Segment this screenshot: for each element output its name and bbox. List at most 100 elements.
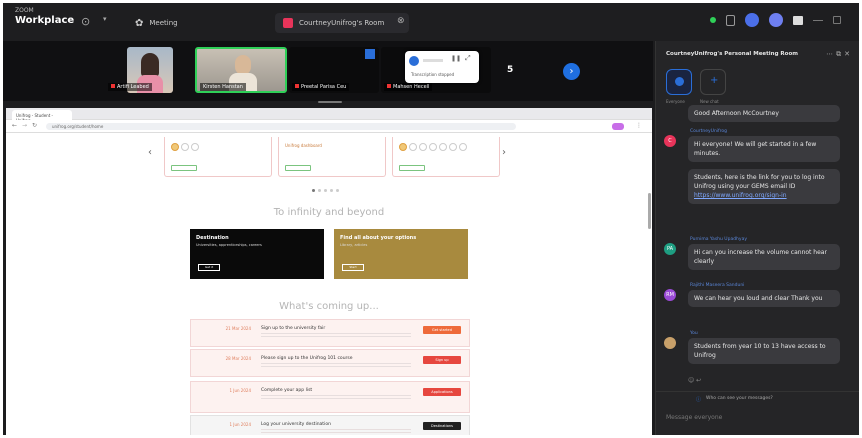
promo-text: Library, articles: [340, 243, 368, 247]
url-field[interactable]: unifrog.org/student/home: [46, 123, 516, 130]
task-date: 21 Mar 2024: [225, 326, 251, 331]
avatar: RM: [664, 289, 676, 301]
avatar[interactable]: [769, 13, 783, 27]
card-button[interactable]: [171, 165, 197, 171]
chat-header-icons: ⋯⧉✕: [826, 50, 853, 59]
dashboard-card[interactable]: Unifrog dashboard: [278, 137, 386, 177]
back-icon[interactable]: ←: [12, 122, 17, 129]
home-icon[interactable]: ⊙: [81, 15, 90, 28]
more-icon[interactable]: ⋯: [826, 50, 836, 58]
message-link[interactable]: https://www.unifrog.org/sign-in: [694, 192, 787, 199]
promo-button[interactable]: Get it: [198, 264, 220, 271]
gallery-scroll-handle[interactable]: [318, 101, 342, 103]
app-logo: ZOOM Workplace: [15, 8, 74, 26]
tab-everyone-label: Everyone: [666, 99, 685, 104]
expand-icon[interactable]: ⤢: [465, 54, 471, 63]
avatar: PA: [664, 243, 676, 255]
popup-bar: [423, 59, 443, 62]
carousel-dots[interactable]: [312, 189, 339, 192]
close-icon[interactable]: ✕: [844, 50, 853, 58]
promo-card-destination[interactable]: Destination Universities, apprenticeship…: [190, 229, 324, 279]
share-indicator-icon: [365, 49, 375, 59]
message-visibility-link[interactable]: Who can see your messages?: [706, 396, 773, 401]
menu-icon[interactable]: ⋮: [636, 122, 642, 129]
video-gallery-strip: Artifi Leabed Kirsten Hanstan Preetal Pa…: [3, 41, 653, 101]
chat-panel: CourtneyUnifrog's Personal Meeting Room …: [655, 41, 859, 435]
task-button[interactable]: Applications: [423, 388, 461, 396]
mic-muted-icon: [295, 84, 299, 88]
task-button[interactable]: Get started: [423, 326, 461, 334]
page-scrollbar[interactable]: [648, 193, 651, 229]
window-icon[interactable]: [793, 15, 803, 25]
message-bubble: Students, here is the link for you to lo…: [688, 169, 840, 204]
card-button[interactable]: [285, 165, 311, 171]
mic-muted-icon: [111, 84, 115, 88]
task-row[interactable]: 1 Jun 2024 Complete your app list Applic…: [190, 381, 470, 413]
gallery-next-button[interactable]: ›: [563, 63, 580, 80]
forward-icon[interactable]: →: [22, 122, 27, 129]
zoom-window: ZOOM Workplace ⊙ ▾ ✿ Meeting CourtneyUni…: [3, 3, 859, 435]
message-text: Students from year 10 to 13 have access …: [688, 338, 840, 364]
promo-title: Find all about your options: [340, 235, 417, 241]
participant-label-2: Kirsten Hanstan: [197, 81, 267, 93]
carousel-prev-icon[interactable]: ‹: [148, 147, 152, 158]
active-meeting-tab[interactable]: CourtneyUnifrog's Room: [275, 13, 409, 33]
carousel-next-icon[interactable]: ›: [502, 147, 506, 158]
transcription-status: Transcription stopped: [411, 72, 455, 77]
message-author: Rajithi Maseera Sanduni: [690, 283, 745, 288]
minimize-icon[interactable]: [813, 19, 823, 21]
promo-text: Universities, apprenticeships, careers: [196, 243, 262, 247]
browser-tab[interactable]: Unifrog - Student - Unifrog: [12, 110, 72, 123]
info-icon: ⓘ: [696, 397, 702, 403]
speaker-face: [235, 55, 251, 75]
notes-icon[interactable]: [726, 14, 735, 26]
group-chat-icon: [675, 77, 684, 86]
task-row[interactable]: 1 Jun 2024 Log your university destinati…: [190, 415, 470, 435]
task-title: Complete your app list: [261, 388, 313, 393]
ai-avatar-icon: [409, 56, 419, 66]
active-tab-label: CourtneyUnifrog's Room: [299, 19, 385, 27]
reload-icon[interactable]: ↻: [32, 122, 37, 129]
card-button[interactable]: [399, 165, 425, 171]
promo-card-options[interactable]: Find all about your options Library, art…: [334, 229, 468, 279]
task-button[interactable]: Sign up: [423, 356, 461, 364]
brand-top-label: ZOOM: [15, 7, 34, 14]
task-button[interactable]: Destinations: [423, 422, 461, 430]
popout-icon[interactable]: ⧉: [836, 50, 844, 58]
progress-circles: [399, 143, 467, 151]
plus-icon: +: [710, 75, 719, 86]
dashboard-card[interactable]: [164, 137, 272, 177]
promo-button[interactable]: Start: [342, 264, 364, 271]
chat-message-input[interactable]: Message everyone: [666, 414, 722, 421]
profile-icon[interactable]: [612, 123, 624, 130]
participant-label-3: Preetal Parisa Ceu: [289, 81, 379, 93]
emoji-reaction-icon[interactable]: ☺ ↩: [688, 377, 701, 384]
maximize-icon[interactable]: [833, 16, 841, 24]
section-heading: What's coming up...: [279, 301, 379, 312]
tab-close-icon[interactable]: ⊗: [397, 16, 405, 26]
chevron-down-icon[interactable]: ▾: [103, 15, 107, 23]
task-row[interactable]: 21 Mar 2024 Sign up to the university fa…: [190, 319, 470, 347]
pause-icon[interactable]: ❚❚: [451, 55, 461, 62]
message-text: We can hear you loud and clear Thank you: [688, 290, 840, 307]
tab-new-chat[interactable]: +: [700, 69, 726, 95]
message-author: Purnima Yashu Upadhyay: [690, 237, 747, 242]
task-date: 1 Jun 2024: [229, 422, 251, 427]
message-text: Students, here is the link for you to lo…: [694, 174, 825, 190]
chat-footer: ⓘ Who can see your messages? Message eve…: [656, 391, 859, 435]
unifrog-page: ‹ Unifrog dashboard › To infinity and be…: [6, 133, 652, 435]
ai-companion-icon[interactable]: [745, 13, 759, 27]
status-dot-icon: [710, 17, 716, 23]
task-title: Please sign up to the Unifrog 101 course: [261, 356, 353, 361]
meeting-tab[interactable]: ✿ Meeting: [127, 13, 186, 33]
task-row[interactable]: 28 Mar 2024 Please sign up to the Unifro…: [190, 349, 470, 377]
hidden-participant-count: 5: [507, 65, 514, 75]
tab-everyone[interactable]: [666, 69, 692, 95]
tab-new-chat-label: New chat: [700, 99, 719, 104]
task-description: [261, 333, 411, 339]
avatar: [664, 337, 676, 349]
dashboard-card[interactable]: [392, 137, 500, 177]
message-author: You: [690, 331, 698, 336]
task-description: [261, 395, 411, 401]
transcription-popup[interactable]: ❚❚ ⤢ Transcription stopped: [405, 51, 479, 83]
